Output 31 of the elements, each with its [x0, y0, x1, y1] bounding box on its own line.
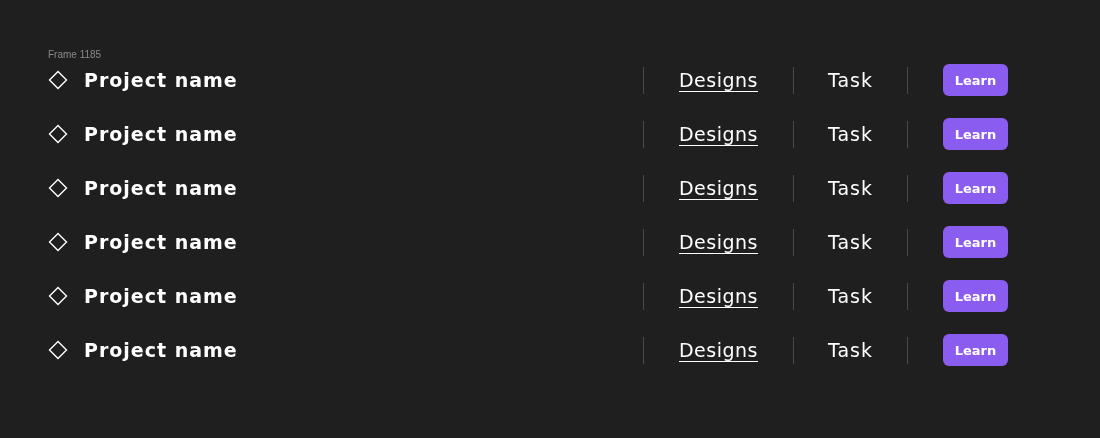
learn-button[interactable]: Learn — [943, 334, 1008, 366]
project-name: Project name — [84, 69, 238, 91]
designs-link[interactable]: Designs — [679, 339, 758, 361]
learn-button[interactable]: Learn — [943, 64, 1008, 96]
designs-link[interactable]: Designs — [679, 123, 758, 145]
diamond-icon — [48, 124, 68, 144]
diamond-icon — [48, 232, 68, 252]
task-label: Task — [828, 69, 873, 91]
diamond-icon — [48, 70, 68, 90]
learn-button[interactable]: Learn — [943, 280, 1008, 312]
learn-button[interactable]: Learn — [943, 226, 1008, 258]
project-name: Project name — [84, 339, 238, 361]
designs-link[interactable]: Designs — [679, 285, 758, 307]
diamond-icon — [48, 178, 68, 198]
task-label: Task — [828, 339, 873, 361]
learn-button[interactable]: Learn — [943, 118, 1008, 150]
learn-button[interactable]: Learn — [943, 172, 1008, 204]
frame-label: Frame 1185 — [48, 49, 103, 62]
project-name: Project name — [84, 231, 238, 253]
diamond-icon — [48, 286, 68, 306]
diamond-icon — [48, 340, 68, 360]
project-name: Project name — [84, 177, 238, 199]
task-label: Task — [828, 231, 873, 253]
designs-link[interactable]: Designs — [679, 231, 758, 253]
designs-link[interactable]: Designs — [679, 69, 758, 91]
project-name: Project name — [84, 285, 238, 307]
task-label: Task — [828, 123, 873, 145]
project-name: Project name — [84, 123, 238, 145]
task-label: Task — [828, 177, 873, 199]
task-label: Task — [828, 285, 873, 307]
designs-link[interactable]: Designs — [679, 177, 758, 199]
